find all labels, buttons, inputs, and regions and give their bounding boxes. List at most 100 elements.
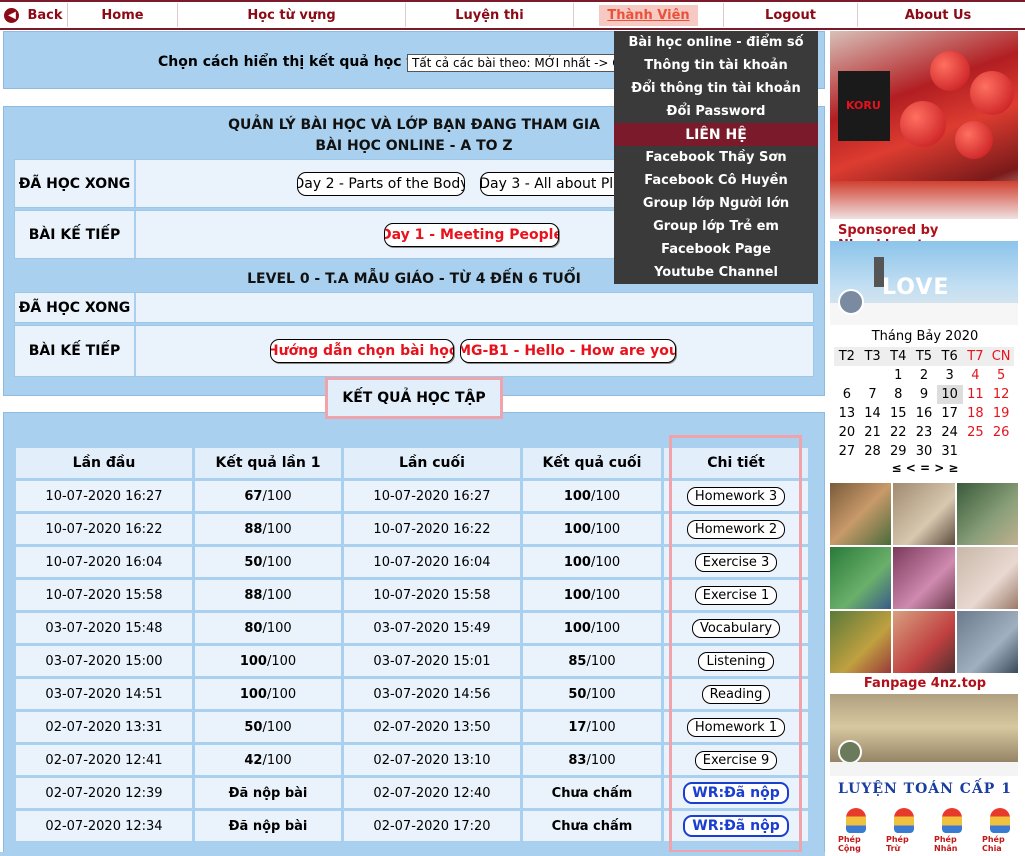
dropdown-item[interactable]: Thông tin tài khoản bbox=[614, 54, 818, 77]
detail-button[interactable]: Reading bbox=[701, 684, 771, 704]
calendar-day[interactable]: 8 bbox=[885, 385, 911, 404]
facebook-banner-1[interactable]: LOVE bbox=[830, 241, 1018, 325]
detail-button[interactable]: Exercise 3 bbox=[694, 552, 778, 572]
calendar-day[interactable]: 24 bbox=[937, 423, 963, 442]
first-score: 88/100 bbox=[195, 580, 341, 610]
calendar-day[interactable]: 23 bbox=[911, 423, 937, 442]
calendar-day[interactable]: 15 bbox=[885, 404, 911, 423]
level-next-row: BÀI KẾ TIẾP Hướng dẫn chọn bài học MG-B1… bbox=[14, 325, 814, 377]
detail-button[interactable]: Homework 3 bbox=[686, 486, 786, 506]
fanpage-link[interactable]: Fanpage 4nz.top bbox=[830, 676, 1020, 691]
column-header: Kết quả lần 1 bbox=[195, 448, 341, 478]
calendar-day[interactable]: 27 bbox=[834, 442, 860, 461]
photo-thumb[interactable] bbox=[830, 483, 892, 545]
first-score-denominator: /100 bbox=[262, 719, 292, 735]
calendar-day[interactable]: 16 bbox=[911, 404, 937, 423]
detail-button[interactable]: WR:Đã nộp bbox=[683, 782, 789, 804]
nav-vocabulary[interactable]: Học từ vựng bbox=[178, 3, 406, 27]
math-kid-add[interactable]: Phép Cộng bbox=[838, 808, 874, 853]
detail-button[interactable]: Homework 2 bbox=[686, 519, 786, 539]
table-row: 02-07-2020 12:41 42/100 02-07-2020 13:10 83… bbox=[16, 745, 808, 775]
dropdown-item[interactable]: Đổi Password bbox=[614, 100, 818, 123]
calendar-day[interactable]: 14 bbox=[860, 404, 886, 423]
calendar-day[interactable]: 26 bbox=[988, 423, 1014, 442]
calendar-day[interactable]: 17 bbox=[937, 404, 963, 423]
detail-button[interactable]: Listening bbox=[698, 651, 774, 671]
apple-ad-image[interactable]: KORU bbox=[830, 31, 1018, 219]
results-table: Lần đầu Kết quả lần 1 Lần cuối Kết quả cuối… bbox=[13, 445, 811, 844]
math-kid-mul[interactable]: Phép Nhân bbox=[934, 808, 970, 853]
calendar-day[interactable]: 5 bbox=[988, 366, 1014, 385]
photo-thumb[interactable] bbox=[830, 611, 892, 673]
dropdown-item[interactable]: Facebook Page bbox=[614, 238, 818, 261]
dropdown-item[interactable]: Đổi thông tin tài khoản bbox=[614, 77, 818, 100]
math-kid-div[interactable]: Phép Chia bbox=[982, 808, 1018, 853]
calendar-day[interactable]: 30 bbox=[911, 442, 937, 461]
lesson-day3-button[interactable]: Day 3 - All about Pla bbox=[480, 172, 620, 196]
calendar-day[interactable]: 18 bbox=[963, 404, 989, 423]
detail-button[interactable]: Vocabulary bbox=[691, 618, 781, 638]
photo-thumb[interactable] bbox=[830, 547, 892, 609]
calendar-day[interactable]: 2 bbox=[911, 366, 937, 385]
dropdown-item[interactable]: Facebook Thầy Sơn bbox=[614, 146, 818, 169]
nav-back[interactable]: ◀ Back bbox=[0, 3, 68, 27]
calendar-day[interactable]: 6 bbox=[834, 385, 860, 404]
photo-thumb[interactable] bbox=[893, 547, 955, 609]
detail-button[interactable]: WR:Đã nộp bbox=[683, 815, 789, 837]
dropdown-item[interactable]: Bài học online - điểm số bbox=[614, 31, 818, 54]
nav-exam[interactable]: Luyện thi bbox=[406, 3, 574, 27]
nav-home[interactable]: Home bbox=[68, 3, 178, 27]
calendar-day[interactable]: 11 bbox=[963, 385, 989, 404]
banner-love-text: LOVE bbox=[882, 275, 950, 300]
table-row: 03-07-2020 14:51 100/100 03-07-2020 14:56 5… bbox=[16, 679, 808, 709]
calendar-day[interactable]: 3 bbox=[937, 366, 963, 385]
calendar-day[interactable]: 25 bbox=[963, 423, 989, 442]
calendar-day[interactable]: 13 bbox=[834, 404, 860, 423]
math-title[interactable]: LUYỆN TOÁN CẤP 1 bbox=[830, 781, 1020, 797]
facebook-banner-2[interactable] bbox=[830, 694, 1018, 776]
photo-thumb[interactable] bbox=[956, 611, 1018, 673]
math-kid-sub[interactable]: Phép Trừ bbox=[886, 808, 922, 853]
photo-gallery[interactable] bbox=[830, 483, 1018, 673]
first-score-value: 50 bbox=[244, 719, 263, 735]
nav-about[interactable]: About Us bbox=[858, 3, 1018, 27]
nav-logout[interactable]: Logout bbox=[724, 3, 858, 27]
calendar-nav[interactable]: ≤ < = > ≥ bbox=[831, 461, 1019, 475]
calendar-day[interactable]: 31 bbox=[937, 442, 963, 461]
last-score: 83/100 bbox=[523, 745, 661, 775]
dropdown-item[interactable]: Youtube Channel bbox=[614, 261, 818, 284]
detail-button[interactable]: Exercise 9 bbox=[694, 750, 778, 770]
table-row: 03-07-2020 15:00 100/100 03-07-2020 15:01 8… bbox=[16, 646, 808, 676]
photo-thumb[interactable] bbox=[893, 611, 955, 673]
calendar-day[interactable]: 21 bbox=[860, 423, 886, 442]
dropdown-item[interactable]: Group lớp Trẻ em bbox=[614, 215, 818, 238]
photo-thumb[interactable] bbox=[956, 483, 1018, 545]
calendar-day[interactable]: 22 bbox=[885, 423, 911, 442]
calendar-day[interactable]: 10 bbox=[936, 385, 963, 404]
nav-member[interactable]: Thành Viên bbox=[574, 3, 724, 27]
calendar-day[interactable]: 29 bbox=[885, 442, 911, 461]
display-order-select[interactable]: Tất cả các bài theo: MỚI nhất -> CŨ nhất bbox=[407, 54, 627, 72]
calendar-day[interactable]: 1 bbox=[885, 366, 911, 385]
last-score-value: Chưa chấm bbox=[551, 818, 633, 834]
lesson-day1-button[interactable]: Day 1 - Meeting People bbox=[384, 223, 559, 247]
calendar-day[interactable]: 20 bbox=[834, 423, 860, 442]
dropdown-item[interactable]: Group lớp Người lớn bbox=[614, 192, 818, 215]
calendar-day[interactable]: 4 bbox=[963, 366, 989, 385]
lesson-mg-b1-button[interactable]: MG-B1 - Hello - How are you bbox=[460, 339, 676, 363]
lesson-guide-button[interactable]: Hướng dẫn chọn bài học bbox=[270, 339, 454, 363]
last-score: 17/100 bbox=[523, 712, 661, 742]
photo-thumb[interactable] bbox=[956, 547, 1018, 609]
detail-button[interactable]: Homework 1 bbox=[686, 717, 786, 737]
last-score: 100/100 bbox=[523, 580, 661, 610]
photo-thumb[interactable] bbox=[893, 483, 955, 545]
calendar-day[interactable]: 19 bbox=[988, 404, 1014, 423]
calendar-day[interactable]: 7 bbox=[860, 385, 886, 404]
calendar-day[interactable]: 12 bbox=[988, 385, 1014, 404]
calendar-day[interactable]: 9 bbox=[911, 385, 937, 404]
dropdown-item[interactable]: Facebook Cô Huyền bbox=[614, 169, 818, 192]
column-header: Kết quả cuối bbox=[523, 448, 661, 478]
detail-button[interactable]: Exercise 1 bbox=[694, 585, 778, 605]
lesson-day2-button[interactable]: Day 2 - Parts of the Body bbox=[297, 172, 465, 196]
calendar-day[interactable]: 28 bbox=[860, 442, 886, 461]
